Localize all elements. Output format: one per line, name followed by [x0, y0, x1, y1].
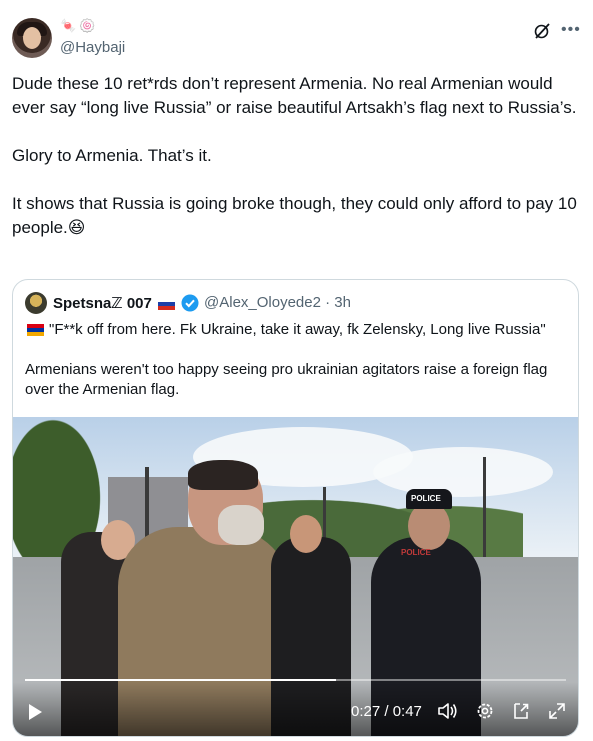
video-person-main-hair: [188, 460, 258, 490]
quote-author-name[interactable]: Spetsnaℤ 007: [53, 294, 152, 312]
grok-icon[interactable]: [533, 22, 551, 40]
swirl-emoji: 🍥: [79, 18, 96, 33]
russia-flag-icon: [158, 298, 175, 310]
more-options-icon[interactable]: •••: [561, 21, 581, 39]
avatar-face: [23, 27, 41, 49]
verified-badge-icon: [181, 294, 199, 312]
tweet-paragraph-3: It shows that Russia is going broke thou…: [12, 194, 577, 237]
video-progress-fill[interactable]: [25, 679, 336, 681]
police-badge-text: POLICE: [401, 548, 431, 557]
play-icon[interactable]: [27, 703, 43, 721]
video-player[interactable]: POLICE POLICE: [13, 417, 578, 736]
tweet-paragraph-1: Dude these 10 ret*rds don’t represent Ar…: [12, 74, 577, 117]
candy-emoji: 🍬: [60, 18, 77, 33]
volume-icon[interactable]: [437, 701, 459, 721]
video-time: 0:27 / 0:47: [351, 703, 422, 720]
author-display-name[interactable]: 🍬 🍥: [60, 18, 95, 34]
armenia-flag-icon: [27, 324, 44, 336]
police-cap-text: POLICE: [411, 494, 441, 503]
video-person-main-beard: [218, 505, 264, 545]
fullscreen-icon[interactable]: [547, 701, 567, 721]
quote-handle-time[interactable]: @Alex_Oloyede2 · 3h: [204, 294, 351, 311]
quote-author-avatar[interactable]: [25, 292, 47, 314]
flag-stripe: [27, 332, 44, 336]
settings-gear-icon[interactable]: [475, 701, 495, 721]
author-avatar[interactable]: [12, 18, 52, 58]
tweet-paragraph-2: Glory to Armenia. That’s it.: [12, 146, 212, 165]
flag-stripe: [158, 306, 175, 310]
quote-text-line-1: "F**k off from here. Fk Ukraine, take it…: [49, 321, 546, 338]
tweet-text: Dude these 10 ret*rds don’t represent Ar…: [12, 72, 582, 240]
author-handle[interactable]: @Haybaji: [60, 39, 125, 56]
video-lamp-pole: [483, 457, 486, 557]
quote-text-line-2: Armenians weren't too happy seeing pro u…: [25, 361, 548, 398]
video-person-middle-head: [290, 515, 322, 553]
quoted-tweet[interactable]: Spetsnaℤ 007 @Alex_Oloyede2 · 3h "F**k o…: [12, 279, 579, 737]
share-icon[interactable]: [511, 701, 531, 721]
video-police-head: [408, 502, 450, 550]
